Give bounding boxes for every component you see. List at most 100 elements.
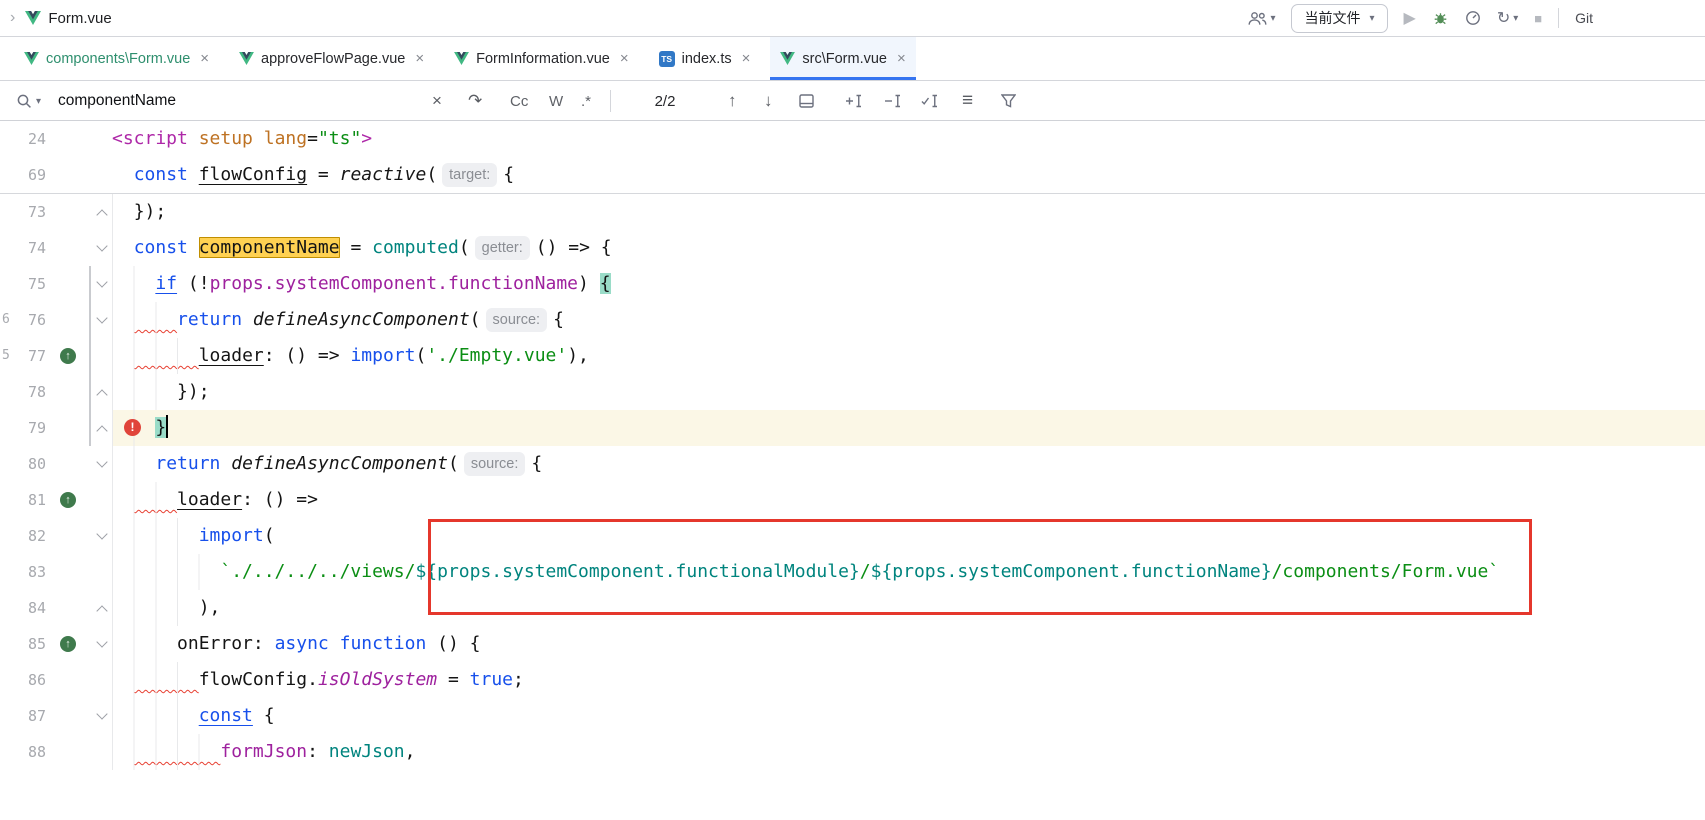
code-line-86[interactable]: flowConfig.isOldSystem = true;	[112, 662, 1705, 698]
fold-open-icon[interactable]	[98, 711, 108, 721]
open-in-find-window-button[interactable]	[799, 81, 814, 121]
gutter-marker-icon[interactable]: ↑	[60, 348, 76, 364]
code-token: <script	[112, 128, 188, 149]
code-line-24[interactable]: <script setup lang="ts">	[112, 121, 1705, 157]
close-tab-icon[interactable]: ×	[620, 50, 629, 67]
indent-guides	[112, 734, 210, 770]
nav-chevron-icon[interactable]: ›	[10, 9, 15, 27]
regex-toggle[interactable]: .*	[581, 81, 591, 121]
code-token: /	[860, 561, 871, 582]
editor-lines: 73 });74 const componentName = computed(…	[0, 194, 1705, 770]
tab-2[interactable]: approveFlowPage.vue×	[229, 37, 434, 80]
line-number: 82	[0, 518, 46, 554]
code-token: (	[448, 453, 459, 474]
select-all-icon	[921, 94, 939, 108]
tab-4[interactable]: TSindex.ts×	[649, 37, 761, 80]
code-line-87[interactable]: const {	[112, 698, 1705, 734]
window-title: Form.vue	[48, 10, 111, 27]
code-line-85[interactable]: onError: async function () {	[112, 626, 1705, 662]
chevron-down-icon: ▾	[1270, 13, 1275, 24]
tab-3[interactable]: FormInformation.vue×	[444, 37, 639, 80]
editor[interactable]: 24<script setup lang="ts">69 const flowC…	[0, 121, 1705, 770]
code-line-84[interactable]: ),	[112, 590, 1705, 626]
code-line-88[interactable]: formJson: newJson,	[112, 734, 1705, 770]
change-marker	[89, 266, 91, 446]
remove-occurrence-button[interactable]	[884, 81, 902, 121]
run-button[interactable]: ▶	[1404, 8, 1416, 28]
editor-row-80: 80 return defineAsyncComponent(source:{	[0, 446, 1705, 482]
code-line-82[interactable]: import(	[112, 518, 1705, 554]
match-count: 2/2	[634, 81, 696, 121]
fold-open-icon[interactable]	[98, 639, 108, 649]
close-tab-icon[interactable]: ×	[200, 50, 209, 67]
code-token	[253, 128, 264, 149]
code-line-76[interactable]: return defineAsyncComponent(source:{	[112, 302, 1705, 338]
line-number: 24	[0, 121, 46, 157]
editor-row-69: 69 const flowConfig = reactive(target:{	[0, 157, 1705, 193]
fold-open-icon[interactable]	[98, 279, 108, 289]
debug-button[interactable]	[1432, 10, 1449, 26]
whole-words-toggle[interactable]: W	[549, 81, 563, 121]
add-occurrence-button[interactable]	[845, 81, 863, 121]
fold-end-icon[interactable]	[98, 387, 108, 397]
inlay-hint: source:	[486, 308, 548, 332]
git-widget[interactable]: Git	[1575, 10, 1593, 26]
search-options-button[interactable]: ≡	[962, 81, 973, 121]
code-line-73[interactable]: });	[112, 194, 1705, 230]
gutter-marker-icon[interactable]: ↑	[60, 492, 76, 508]
search-input-icon[interactable]: ▾	[16, 81, 41, 121]
editor-row-24: 24 <script setup lang="ts">	[0, 121, 1705, 157]
code-line-69[interactable]: const flowConfig = reactive(target:{	[112, 157, 1705, 193]
tab-5[interactable]: src\Form.vue ×	[770, 37, 915, 80]
code-token: props.systemComponent.functionName	[210, 273, 578, 294]
next-match-button[interactable]: ↓	[764, 81, 773, 121]
search-history-icon[interactable]: ↷	[468, 81, 482, 121]
code-line-81[interactable]: loader: () =>	[112, 482, 1705, 518]
code-token: >	[361, 128, 372, 149]
filter-button[interactable]	[1001, 81, 1016, 121]
line-number: 81	[0, 482, 46, 518]
code-token: });	[134, 201, 167, 222]
code-line-80[interactable]: return defineAsyncComponent(source:{	[112, 446, 1705, 482]
code-line-74[interactable]: const componentName = computed(getter:()…	[112, 230, 1705, 266]
tab-1[interactable]: components\Form.vue×	[14, 37, 219, 80]
editor-row-82: 82 import(	[0, 518, 1705, 554]
stop-button[interactable]: ■	[1534, 11, 1542, 26]
code-line-78[interactable]: });	[112, 374, 1705, 410]
search-input[interactable]: componentName	[58, 81, 176, 121]
select-all-occurrences-button[interactable]	[921, 81, 939, 121]
run-config-selector[interactable]: 当前文件 ▾	[1291, 4, 1387, 33]
fold-open-icon[interactable]	[98, 315, 108, 325]
code-line-79[interactable]: ! }	[112, 410, 1705, 446]
code-token: if	[155, 273, 177, 294]
clear-search-icon[interactable]: ×	[432, 81, 442, 121]
code-token: : () =>	[264, 345, 351, 366]
fold-end-icon[interactable]	[98, 603, 108, 613]
fold-open-icon[interactable]	[98, 531, 108, 541]
code-token: newJson	[329, 741, 405, 762]
close-tab-icon[interactable]: ×	[897, 50, 906, 67]
prev-match-button[interactable]: ↑	[728, 81, 737, 121]
gutter: 676	[0, 302, 112, 338]
run-config-label: 当前文件	[1304, 8, 1360, 28]
match-case-toggle[interactable]: Cc	[510, 81, 528, 121]
profiler-button[interactable]	[1465, 10, 1481, 26]
inlay-hint: target:	[442, 163, 497, 187]
fold-open-icon[interactable]	[98, 459, 108, 469]
code-line-75[interactable]: if (!props.systemComponent.functionName)…	[112, 266, 1705, 302]
editor-row-88: 88 formJson: newJson,	[0, 734, 1705, 770]
code-line-83[interactable]: `./../../../views/${props.systemComponen…	[112, 554, 1705, 590]
code-line-77[interactable]: loader: () => import('./Empty.vue'),	[112, 338, 1705, 374]
fold-open-icon[interactable]	[98, 243, 108, 253]
editor-row-87: 87 const {	[0, 698, 1705, 734]
code-with-me-button[interactable]: ▾	[1248, 11, 1275, 26]
close-tab-icon[interactable]: ×	[742, 50, 751, 67]
line-number: 69	[0, 157, 46, 193]
tab-label: src\Form.vue	[802, 51, 887, 67]
code-token: onError	[177, 633, 253, 654]
fold-end-icon[interactable]	[98, 207, 108, 217]
close-tab-icon[interactable]: ×	[415, 50, 424, 67]
rerun-button[interactable]: ↻ ▾	[1497, 8, 1518, 28]
gutter-marker-icon[interactable]: ↑	[60, 636, 76, 652]
fold-end-icon[interactable]	[98, 423, 108, 433]
